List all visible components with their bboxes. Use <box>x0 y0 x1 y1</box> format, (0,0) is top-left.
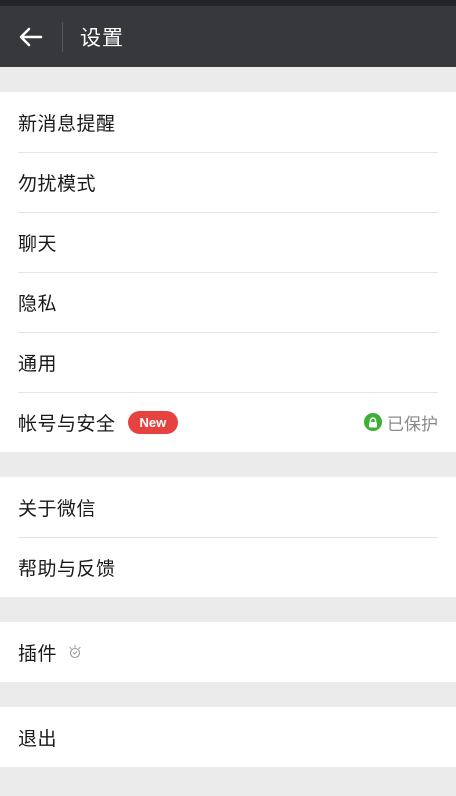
new-badge: New <box>127 410 179 434</box>
section-gap <box>0 67 456 92</box>
settings-item-account-security[interactable]: 帐号与安全 New 已保护 <box>0 392 456 452</box>
settings-item-label: 隐私 <box>18 292 58 315</box>
settings-item-label: 勿扰模式 <box>18 172 97 195</box>
bottom-gap <box>0 767 456 786</box>
logout-button[interactable]: 退出 <box>0 707 456 767</box>
settings-group-logout: 退出 <box>0 707 456 767</box>
header-bar: 设置 <box>0 6 456 67</box>
header-divider <box>62 21 63 52</box>
protection-status: 已保护 <box>364 410 438 435</box>
settings-item-help-feedback[interactable]: 帮助与反馈 <box>0 537 456 597</box>
settings-item-general[interactable]: 通用 <box>0 332 456 392</box>
settings-item-label: 聊天 <box>18 232 58 255</box>
settings-item-label: 退出 <box>18 727 58 750</box>
settings-item-plugins[interactable]: 插件 <box>0 622 456 682</box>
settings-group-main: 新消息提醒 勿扰模式 聊天 隐私 通用 帐号与安全 New 已保护 <box>0 92 456 452</box>
settings-item-label: 插件 <box>18 642 58 665</box>
plugin-icon <box>67 644 83 660</box>
back-button[interactable] <box>0 6 62 67</box>
settings-item-label: 通用 <box>18 352 58 375</box>
section-gap <box>0 597 456 622</box>
page-title: 设置 <box>80 25 124 50</box>
section-gap <box>0 682 456 707</box>
settings-item-label: 关于微信 <box>18 497 97 520</box>
settings-item-privacy[interactable]: 隐私 <box>0 272 456 332</box>
settings-item-about[interactable]: 关于微信 <box>0 477 456 537</box>
lock-icon <box>364 413 382 431</box>
settings-item-do-not-disturb[interactable]: 勿扰模式 <box>0 152 456 212</box>
settings-item-chat[interactable]: 聊天 <box>0 212 456 272</box>
settings-item-label: 帮助与反馈 <box>18 557 116 580</box>
arrow-left-icon <box>19 27 43 46</box>
settings-item-label: 新消息提醒 <box>18 112 116 135</box>
section-gap <box>0 452 456 477</box>
protection-status-text: 已保护 <box>387 414 438 435</box>
settings-item-label: 帐号与安全 <box>18 412 116 435</box>
settings-item-notifications[interactable]: 新消息提醒 <box>0 92 456 152</box>
settings-group-about: 关于微信 帮助与反馈 <box>0 477 456 597</box>
settings-group-plugins: 插件 <box>0 622 456 682</box>
